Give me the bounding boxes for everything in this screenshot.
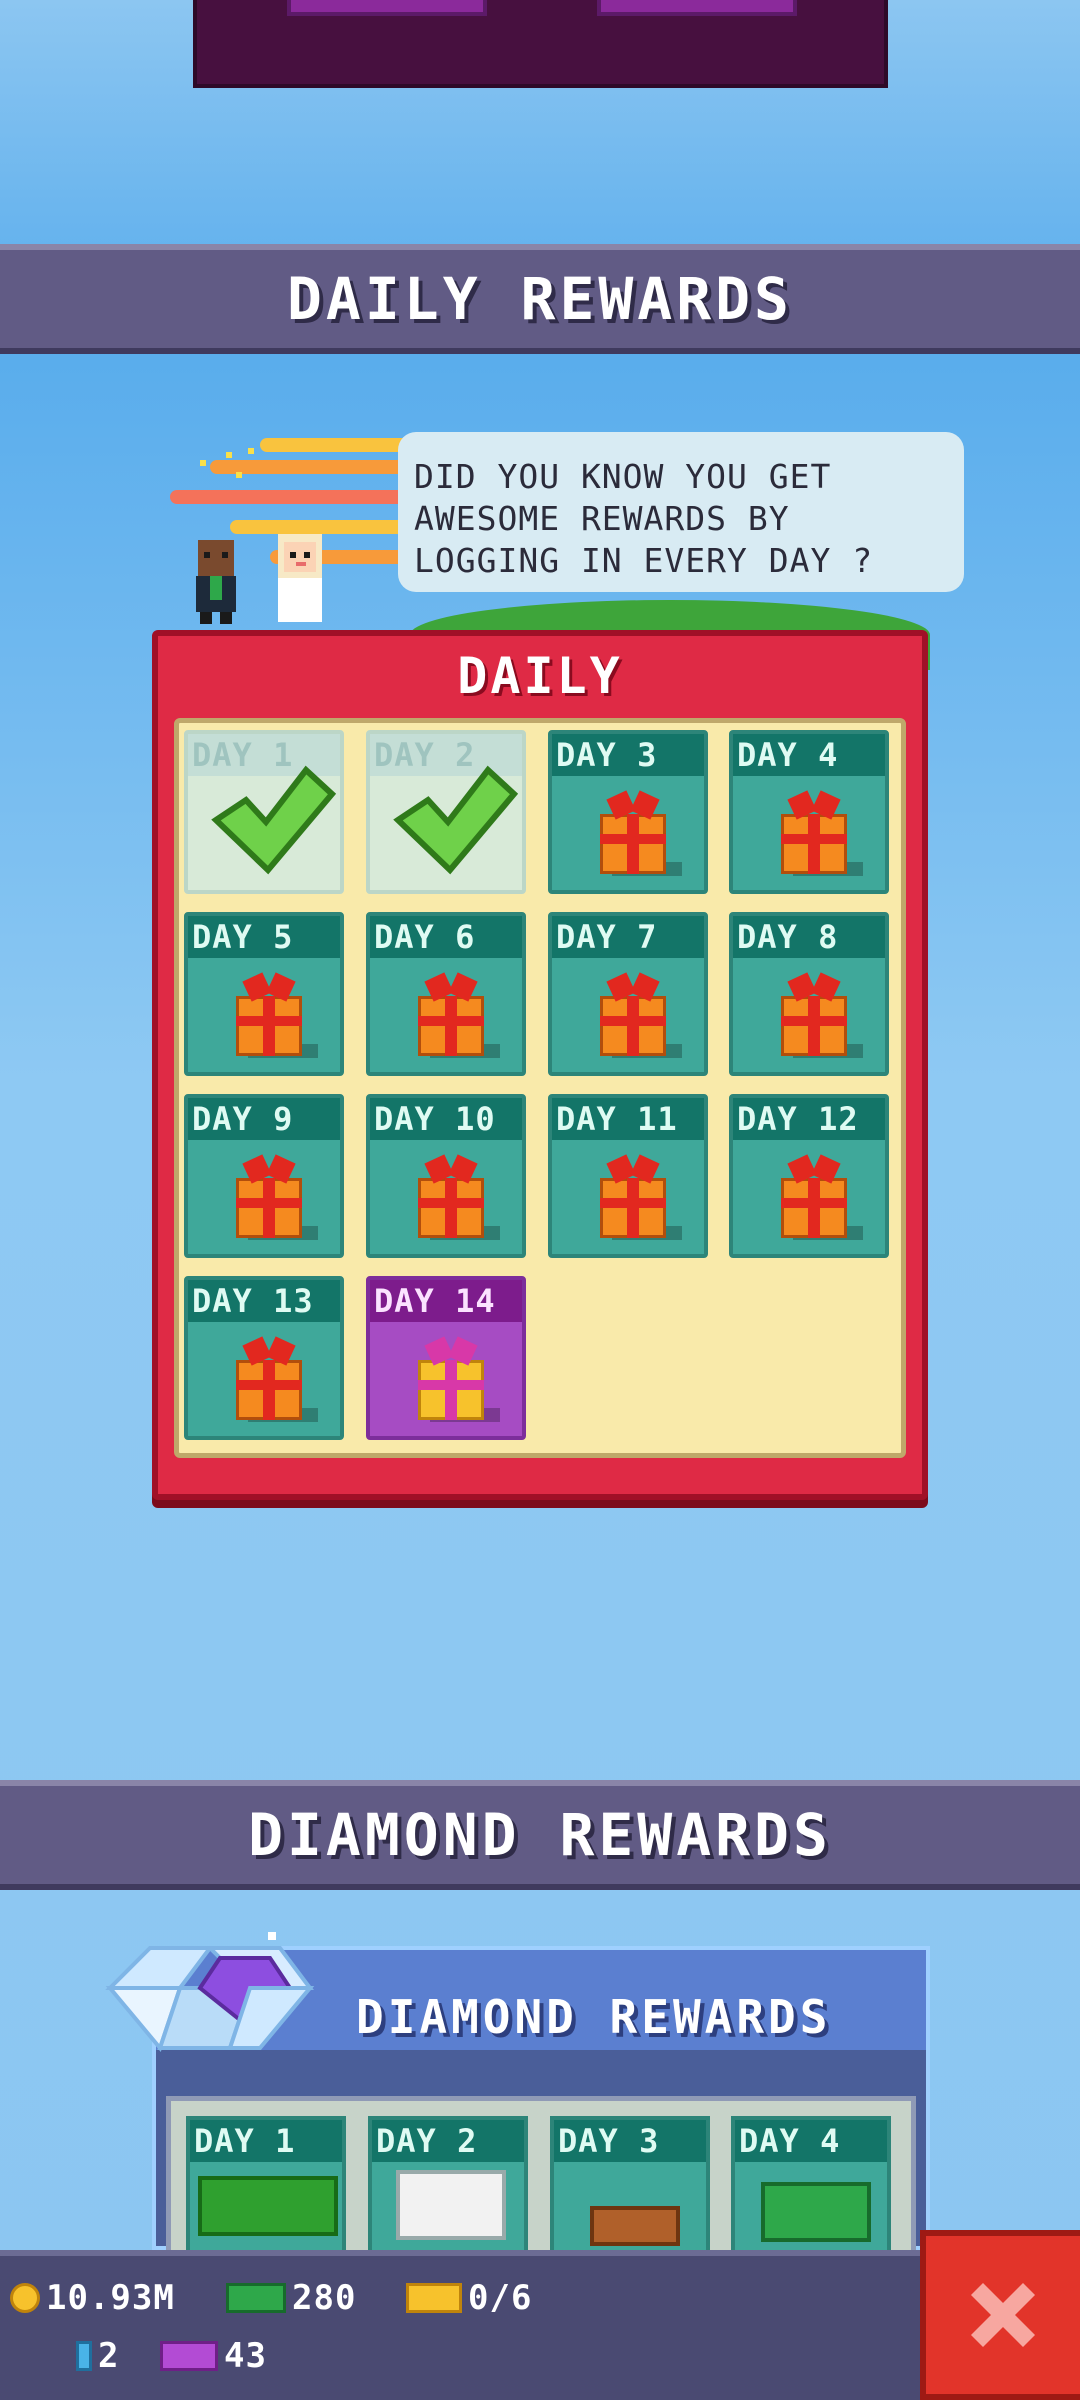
cash-value: 280 <box>292 2278 357 2318</box>
gift-icon <box>414 1336 500 1422</box>
diamond-day-cell[interactable]: DAY 4 <box>731 2116 891 2266</box>
day-cell[interactable]: DAY 8 <box>729 912 889 1076</box>
day-label: DAY 12 <box>733 1098 885 1140</box>
diamond-rewards-banner-label: DIAMOND REWARDS <box>248 1801 832 1869</box>
tickets-value: 0/6 <box>468 2278 533 2318</box>
coin-icon <box>10 2283 40 2313</box>
diamond-day-cell[interactable]: DAY 3 <box>550 2116 710 2266</box>
panel-tab[interactable] <box>287 0 487 16</box>
diamond-day-cell[interactable]: DAY 1 <box>186 2116 346 2266</box>
daily-rewards-banner-label: DAILY REWARDS <box>287 265 793 333</box>
checkmark-icon <box>211 765 336 875</box>
gift-icon <box>596 1154 682 1240</box>
tip-text: DID YOU KNOW YOU GET AWESOME REWARDS BY … <box>414 457 874 580</box>
mystery-box-icon <box>160 2341 218 2371</box>
day-label: DAY 8 <box>733 916 885 958</box>
day-label: DAY 10 <box>370 1098 522 1140</box>
top-panel <box>193 0 888 88</box>
gem-icon <box>76 2341 92 2371</box>
gift-icon <box>414 1154 500 1240</box>
close-button[interactable] <box>920 2230 1080 2400</box>
checkmark-icon <box>393 765 518 875</box>
daily-rewards-banner: DAILY REWARDS <box>0 244 1080 354</box>
panel-tab[interactable] <box>597 0 797 16</box>
diamond-day-cell[interactable]: DAY 2 <box>368 2116 528 2266</box>
day-cell[interactable]: DAY 12 <box>729 1094 889 1258</box>
diamond-day-label: DAY 3 <box>554 2120 706 2162</box>
chest-icon <box>198 2176 338 2236</box>
bride-character <box>278 534 322 622</box>
gift-icon <box>596 790 682 876</box>
day-cell[interactable]: DAY 3 <box>548 730 708 894</box>
diamond-icon <box>105 1932 315 2053</box>
boxes-counter: 43 <box>160 2336 267 2376</box>
day-cell[interactable]: DAY 1 <box>184 730 344 894</box>
day-cell[interactable]: DAY 4 <box>729 730 889 894</box>
cash-icon <box>226 2283 286 2313</box>
gift-icon <box>777 972 863 1058</box>
tip-speech-bubble: DID YOU KNOW YOU GET AWESOME REWARDS BY … <box>398 432 964 592</box>
day-cell[interactable]: DAY 10 <box>366 1094 526 1258</box>
groom-character <box>196 540 236 624</box>
day-cell-special[interactable]: DAY 14 <box>366 1276 526 1440</box>
gift-icon <box>596 972 682 1058</box>
gift-icon <box>777 1154 863 1240</box>
diamond-day-label: DAY 1 <box>190 2120 342 2162</box>
day-label: DAY 11 <box>552 1098 704 1140</box>
day-label: DAY 6 <box>370 916 522 958</box>
day-label: DAY 5 <box>188 916 340 958</box>
day-label: DAY 9 <box>188 1098 340 1140</box>
coins-counter: 10.93M <box>10 2278 175 2318</box>
sparkle-icon <box>200 448 254 478</box>
day-label: DAY 7 <box>552 916 704 958</box>
daily-title: DAILY <box>158 636 922 716</box>
gift-icon <box>232 1154 318 1240</box>
day-cell[interactable]: DAY 13 <box>184 1276 344 1440</box>
diamond-day-label: DAY 2 <box>372 2120 524 2162</box>
gift-icon <box>232 1336 318 1422</box>
dice-icon <box>396 2170 506 2240</box>
gift-icon <box>777 790 863 876</box>
cash-icon <box>761 2182 871 2242</box>
gems-value: 2 <box>98 2336 120 2376</box>
day-cell[interactable]: DAY 7 <box>548 912 708 1076</box>
daily-title-label: DAILY <box>457 647 623 705</box>
cash-counter: 280 <box>226 2278 356 2318</box>
ticket-icon <box>406 2283 462 2313</box>
diamond-rewards-banner: DIAMOND REWARDS <box>0 1780 1080 1890</box>
day-label: DAY 4 <box>733 734 885 776</box>
day-cell[interactable]: DAY 11 <box>548 1094 708 1258</box>
diamond-day-label: DAY 4 <box>735 2120 887 2162</box>
close-icon <box>971 2283 1035 2347</box>
tickets-counter: 0/6 <box>406 2278 532 2318</box>
day-cell[interactable]: DAY 9 <box>184 1094 344 1258</box>
bag-icon <box>590 2206 680 2246</box>
day-cell[interactable]: DAY 5 <box>184 912 344 1076</box>
boxes-value: 43 <box>224 2336 267 2376</box>
day-cell[interactable]: DAY 6 <box>366 912 526 1076</box>
day-label: DAY 13 <box>188 1280 340 1322</box>
diamond-panel-title: DIAMOND REWARDS <box>356 1990 832 2044</box>
coins-value: 10.93M <box>46 2278 175 2318</box>
gems-counter: 2 <box>76 2336 119 2376</box>
resource-bar: 10.93M 280 0/6 2 43 <box>0 2250 1080 2400</box>
gift-icon <box>414 972 500 1058</box>
day-cell[interactable]: DAY 2 <box>366 730 526 894</box>
sunset-stripe <box>260 438 420 452</box>
day-label: DAY 3 <box>552 734 704 776</box>
day-label: DAY 14 <box>370 1280 522 1322</box>
gift-icon <box>232 972 318 1058</box>
